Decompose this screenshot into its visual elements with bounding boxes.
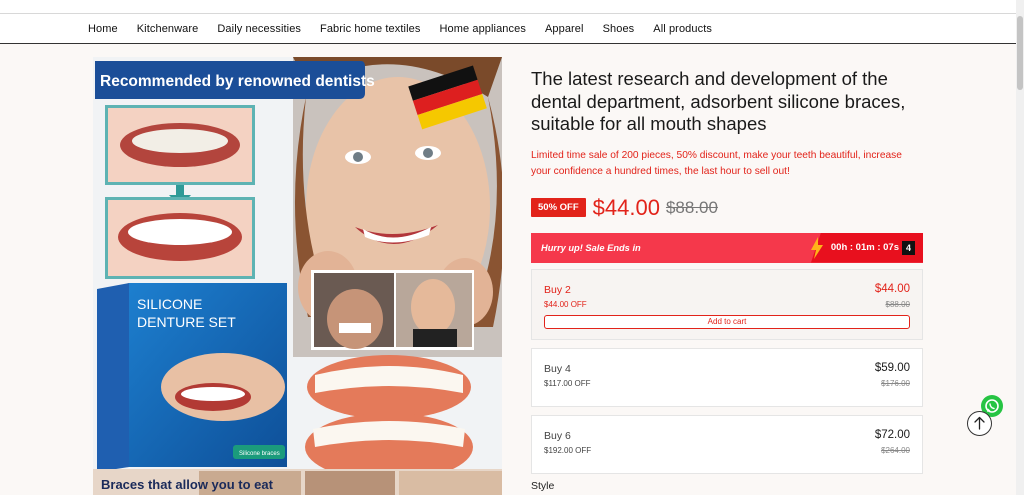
gallery-banner: Recommended by renowned dentists <box>100 73 375 90</box>
bundle-qty: Buy 2 <box>544 283 571 296</box>
bundle-savings: $44.00 OFF <box>544 299 587 309</box>
add-to-cart-button[interactable]: Add to cart <box>544 314 910 329</box>
product-image[interactable]: Recommended by renowned dentists SILICON… <box>93 57 502 495</box>
bundle-price: $44.00 <box>874 282 910 295</box>
box-title-line2: DENTURE SET <box>137 314 236 330</box>
discount-badge: 50% OFF <box>531 198 586 217</box>
bundle-old-price: $88.00 <box>885 299 910 309</box>
product-info: The latest research and development of t… <box>531 68 923 474</box>
nav-fabric-home-textiles[interactable]: Fabric home textiles <box>320 23 420 35</box>
bundle-option-buy-6[interactable]: Buy 6 $192.00 OFF $72.00 $264.00 <box>531 414 923 474</box>
sale-countdown-bar: Hurry up! Sale Ends in 00h : 01m : 07s 4 <box>531 232 923 263</box>
bundle-price: $59.00 <box>874 361 910 374</box>
bundle-old-price: $264.00 <box>881 445 910 455</box>
nav-kitchenware[interactable]: Kitchenware <box>137 23 199 35</box>
countdown-remaining: 4 <box>902 240 915 255</box>
bundle-option-buy-4[interactable]: Buy 4 $117.00 OFF $59.00 $176.00 <box>531 347 923 407</box>
nav-daily-necessities[interactable]: Daily necessities <box>217 23 301 35</box>
bundle-option-buy-2[interactable]: Buy 2 $44.00 OFF $44.00 $88.00 Add to ca… <box>531 268 923 340</box>
original-price: $88.00 <box>665 197 718 217</box>
product-title: The latest research and development of t… <box>531 68 906 134</box>
nav-home[interactable]: Home <box>88 23 118 35</box>
arrow-up-icon <box>974 416 985 430</box>
nav-apparel[interactable]: Apparel <box>545 23 584 35</box>
bundle-qty: Buy 4 <box>544 362 571 375</box>
countdown-label: Hurry up! Sale Ends in <box>541 242 641 253</box>
nav-shoes[interactable]: Shoes <box>603 23 635 35</box>
main-nav: Home Kitchenware Daily necessities Fabri… <box>0 14 1016 44</box>
scrollbar-thumb[interactable] <box>1017 16 1023 90</box>
page-scrollbar[interactable] <box>1016 0 1024 495</box>
bundle-price: $72.00 <box>874 428 910 441</box>
sale-price: $44.00 <box>592 194 660 220</box>
style-label: Style <box>531 480 555 492</box>
bundle-savings: $192.00 OFF <box>544 445 592 455</box>
nav-all-products[interactable]: All products <box>653 23 712 35</box>
bundle-savings: $117.00 OFF <box>544 378 591 388</box>
price-row: 50% OFF $44.00 $88.00 <box>531 195 923 221</box>
box-title-line1: SILICONE <box>137 296 202 312</box>
browser-top-strip <box>0 0 1016 14</box>
scroll-to-top-button[interactable] <box>967 411 992 436</box>
promo-text: Limited time sale of 200 pieces, 50% dis… <box>531 149 902 177</box>
nav-home-appliances[interactable]: Home appliances <box>439 23 526 35</box>
product-image-art: Recommended by renowned dentists SILICON… <box>93 57 502 495</box>
bundle-old-price: $176.00 <box>881 378 910 388</box>
countdown-time: 00h : 01m : 07s <box>830 241 899 253</box>
lightning-icon <box>811 236 823 259</box>
gallery-bottom-caption: Braces that allow you to eat <box>101 477 274 492</box>
bundle-qty: Buy 6 <box>544 429 571 442</box>
box-tag: Silicone braces <box>239 451 280 457</box>
